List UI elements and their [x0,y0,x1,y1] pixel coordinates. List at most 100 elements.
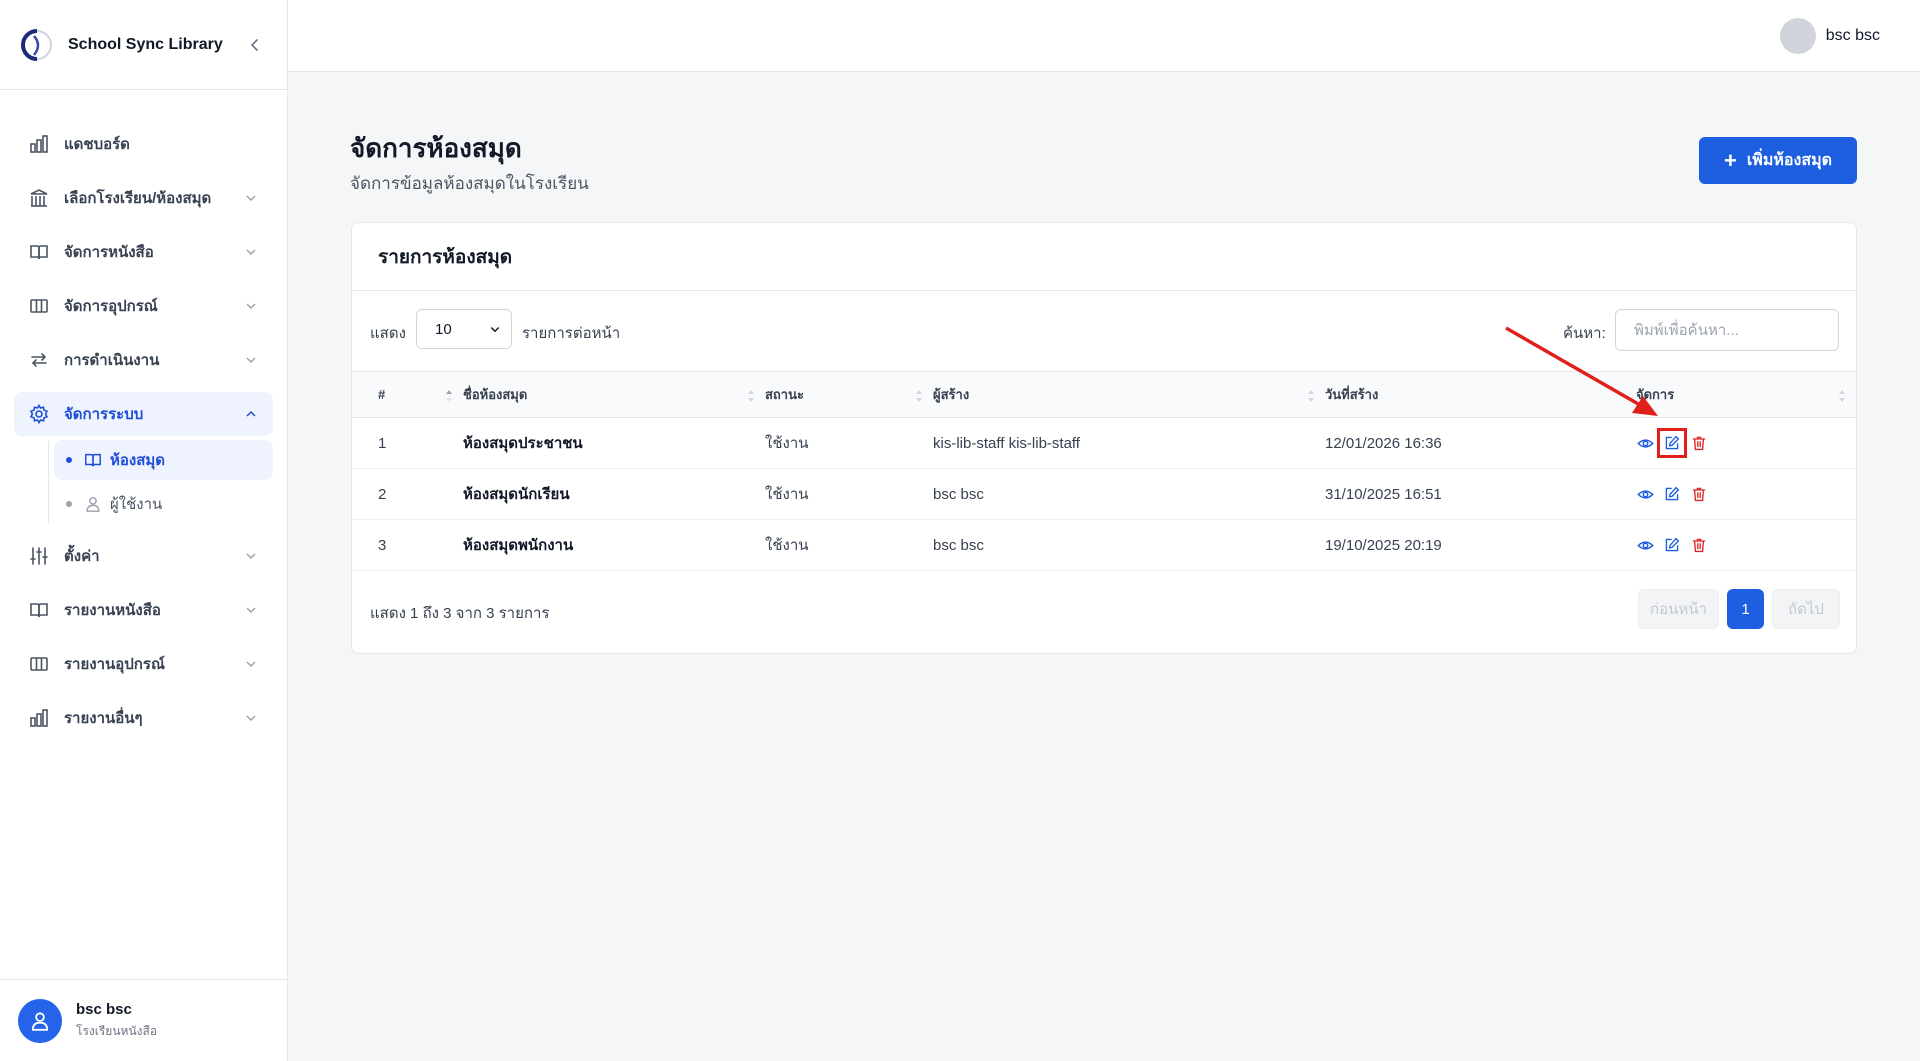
cell-number: 1 [378,434,387,452]
sort-icon [1839,390,1845,402]
column-header-actions[interactable]: จัดการ [1636,372,1856,418]
inactive-dot [66,501,72,507]
delete-button[interactable] [1690,536,1708,554]
chevron-down-icon [246,661,256,668]
delete-button[interactable] [1690,434,1708,452]
sidebar-item-manage-equipment[interactable]: จัดการอุปกรณ์ [14,284,273,328]
sidebar-item-operations[interactable]: การดำเนินงาน [14,338,273,382]
chevron-up-icon [246,410,256,417]
cell-library-name: ห้องสมุดนักเรียน [463,486,570,503]
column-header-creator[interactable]: ผู้สร้าง [933,372,1325,418]
cell-creator: bsc bsc [933,536,984,554]
library-table: # ชื่อห้องสมุด สถานะ ผู้สร้าง วันที่สร้า… [352,371,1856,571]
trash-icon [1692,436,1706,451]
cell-created-date: 19/10/2025 20:19 [1325,536,1442,554]
column-header-status[interactable]: สถานะ [765,372,933,418]
user-icon [86,496,100,512]
sidebar-item-dashboard[interactable]: แดชบอร์ด [14,122,273,166]
sidebar-item-label: เลือกโรงเรียน/ห้องสมุด [64,190,212,207]
view-button[interactable] [1636,434,1654,452]
cell-created-date: 12/01/2026 16:36 [1325,434,1442,452]
cell-number: 3 [378,536,387,554]
view-button[interactable] [1636,485,1654,503]
cell-actions [1636,520,1856,571]
sidebar-item-label: จัดการหนังสือ [64,244,154,261]
edit-button[interactable] [1657,428,1687,458]
sort-icon [446,390,452,402]
add-library-button[interactable]: + เพิ่มห้องสมุด [1699,137,1857,184]
next-page-button[interactable]: ถัดไป [1772,589,1840,629]
pagination-info: แสดง 1 ถึง 3 จาก 3 รายการ [370,605,550,622]
sidebar-subitem-users[interactable]: ผู้ใช้งาน [54,484,273,524]
cell-library-name: ห้องสมุดประชาชน [463,435,583,452]
sidebar-item-other-reports[interactable]: รายงานอื่นๆ [14,696,273,740]
sidebar-subitem-label: ห้องสมุด [110,452,166,469]
previous-page-button[interactable]: ก่อนหน้า [1638,589,1719,629]
trash-icon [1692,487,1706,502]
current-page-button[interactable]: 1 [1727,589,1764,629]
sidebar-item-book-reports[interactable]: รายงานหนังสือ [14,588,273,632]
building-icon [30,189,48,207]
chevron-down-icon [246,607,256,614]
edit-button[interactable] [1663,485,1681,503]
show-label: แสดง [370,325,406,342]
chevron-down-icon [246,303,256,310]
cell-number: 2 [378,485,387,503]
column-header-number[interactable]: # [352,372,463,418]
cell-creator: kis-lib-staff kis-lib-staff [933,434,1080,452]
chevron-down-icon [246,553,256,560]
page-title: จัดการห้องสมุด [350,133,522,163]
avatar [1779,18,1816,54]
bar-chart-icon [30,709,48,727]
column-header-label: ผู้สร้าง [933,387,970,402]
page-size-select[interactable]: 10 [416,309,512,349]
card-header: รายการห้องสมุด [352,223,1856,291]
card-title: รายการห้องสมุด [378,246,513,268]
table-row: 2 ห้องสมุดนักเรียน ใช้งาน bsc bsc 31/10/… [352,469,1856,520]
page-subtitle: จัดการข้อมูลห้องสมุดในโรงเรียน [350,174,589,193]
sidebar-item-label: แดชบอร์ด [64,136,130,153]
sidebar-item-label: รายงานหนังสือ [64,602,161,619]
eye-icon [1636,438,1654,448]
edit-button[interactable] [1663,536,1681,554]
add-library-label: เพิ่มห้องสมุด [1746,152,1833,169]
chevron-left-icon [250,38,258,51]
sidebar: School Sync Library แดชบอร์ด เลือกโรงเรี… [0,0,288,1061]
sliders-icon [30,547,48,565]
book-icon [85,453,101,467]
app-logo [21,28,52,61]
edit-icon [1665,537,1680,552]
edit-icon [1665,435,1680,450]
gear-icon [29,404,49,424]
search-input[interactable] [1615,309,1839,351]
avatar [18,998,62,1043]
column-header-name[interactable]: ชื่อห้องสมุด [463,372,765,418]
topbar-user-menu[interactable]: bsc bsc [1779,18,1880,54]
sidebar-user-card[interactable]: bsc bsc โรงเรียนหนังสือ [0,979,287,1061]
table-row: 1 ห้องสมุดประชาชน ใช้งาน kis-lib-staff k… [352,418,1856,469]
search-label: ค้นหา: [1563,325,1606,342]
bar-chart-icon [30,135,48,153]
column-header-created-date[interactable]: วันที่สร้าง [1325,372,1636,418]
cell-creator: bsc bsc [933,485,984,503]
columns-icon [30,299,48,313]
active-dot [66,457,72,463]
sidebar-item-label: รายงานอื่นๆ [64,710,143,727]
sidebar-item-manage-books[interactable]: จัดการหนังสือ [14,230,273,274]
table-header-row: # ชื่อห้องสมุด สถานะ ผู้สร้าง วันที่สร้า… [352,371,1856,418]
cell-actions [1636,418,1856,469]
sidebar-item-label: จัดการระบบ [64,406,144,423]
sidebar-subitem-libraries[interactable]: ห้องสมุด [54,440,273,480]
sidebar-item-school-library-select[interactable]: เลือกโรงเรียน/ห้องสมุด [14,176,273,220]
cell-actions [1636,469,1856,520]
sidebar-item-settings[interactable]: ตั้งค่า [14,534,273,578]
user-name: bsc bsc [76,1000,132,1018]
eye-icon [1636,540,1654,550]
collapse-sidebar-button[interactable] [243,33,267,57]
sidebar-item-system-management[interactable]: จัดการระบบ [14,392,273,436]
view-button[interactable] [1636,536,1654,554]
sidebar-item-equipment-reports[interactable]: รายงานอุปกรณ์ [14,642,273,686]
topbar: bsc bsc [288,0,1920,72]
delete-button[interactable] [1690,485,1708,503]
plus-icon: + [1723,147,1737,173]
